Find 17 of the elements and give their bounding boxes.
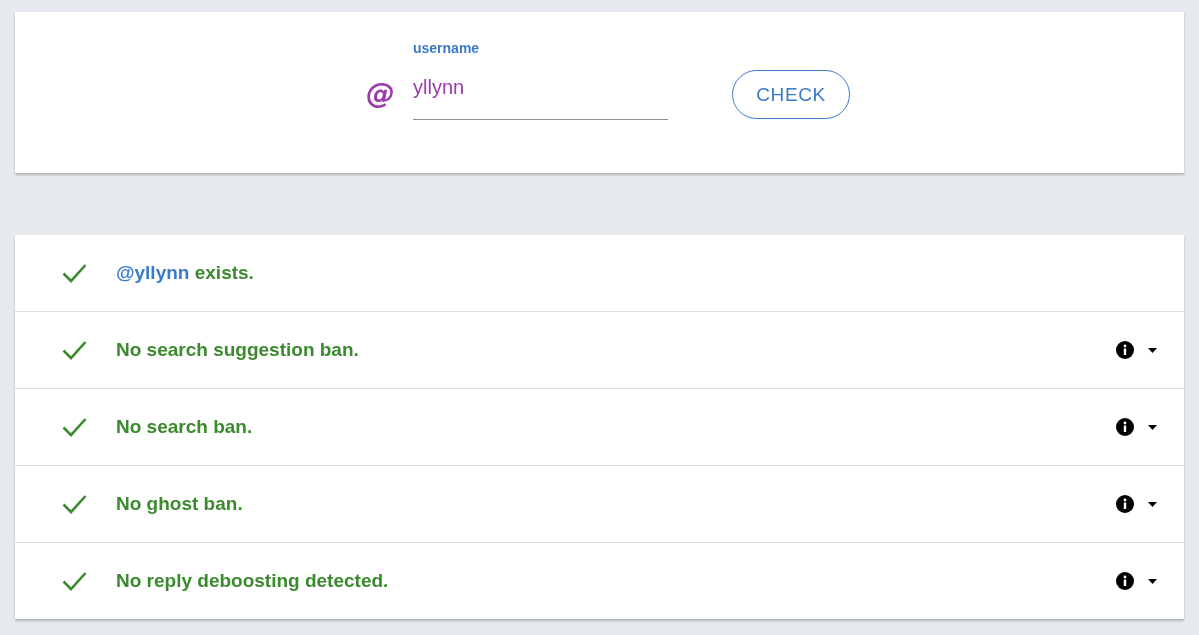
result-text: No ghost ban. xyxy=(116,493,244,515)
info-icon[interactable] xyxy=(1116,572,1134,590)
username-link[interactable]: @yllynn xyxy=(116,262,190,283)
caret-icon[interactable] xyxy=(1148,347,1157,353)
username-field[interactable]: username yllynn xyxy=(413,39,668,120)
result-text: No search suggestion ban. xyxy=(116,339,360,361)
info-icon[interactable] xyxy=(1116,418,1134,436)
caret-icon[interactable] xyxy=(1148,501,1157,507)
result-text: No search ban. xyxy=(116,416,254,438)
at-sign-icon: @ xyxy=(366,79,395,108)
check-button[interactable]: CHECK xyxy=(732,70,850,119)
result-text: @yllynn exists. xyxy=(116,262,255,284)
caret-icon[interactable] xyxy=(1148,578,1157,584)
result-text: No reply deboosting detected. xyxy=(116,570,390,592)
info-icon[interactable] xyxy=(1116,495,1134,513)
info-icon[interactable] xyxy=(1116,341,1134,359)
caret-icon[interactable] xyxy=(1148,424,1157,430)
